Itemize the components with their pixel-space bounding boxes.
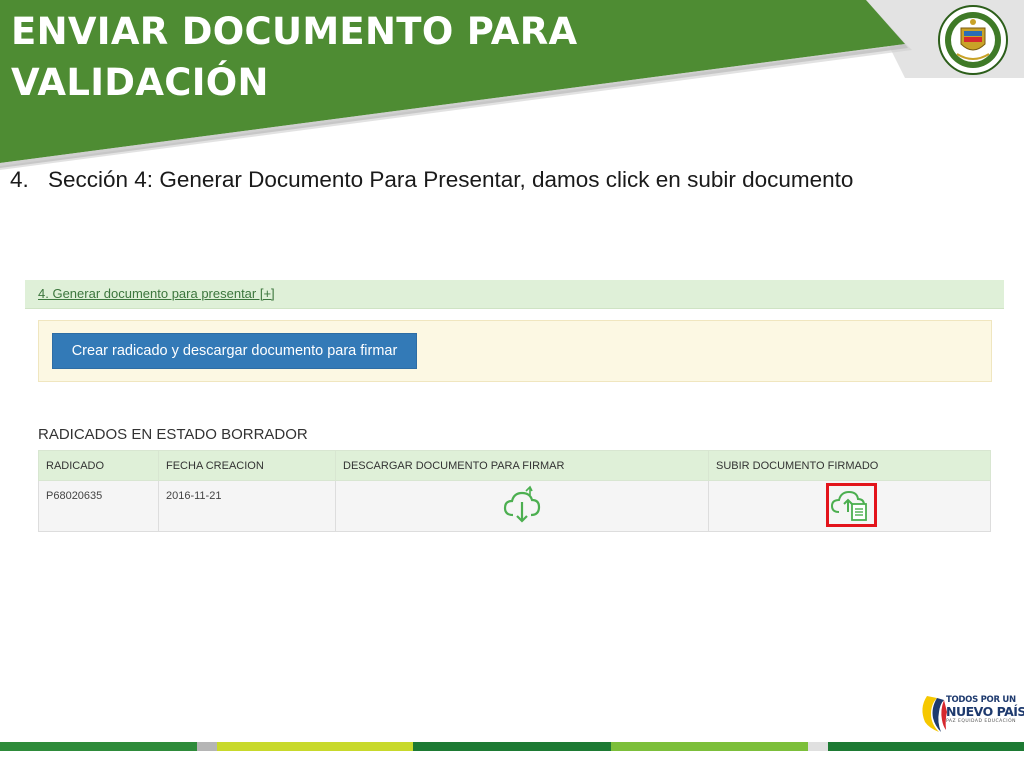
column-header-radicado: RADICADO [38, 450, 159, 481]
column-header-fecha: FECHA CREACION [158, 450, 336, 481]
table-header-row: RADICADO FECHA CREACION DESCARGAR DOCUME… [38, 450, 991, 481]
table-row: P68020635 2016-11-21 [38, 480, 991, 532]
column-header-download: DESCARGAR DOCUMENTO PARA FIRMAR [335, 450, 709, 481]
step-number: 4. [10, 167, 29, 192]
logo-line-2: NUEVO PAÍS [946, 703, 1024, 719]
step-instruction: 4. Sección 4: Generar Documento Para Pres… [10, 167, 853, 193]
action-box: Crear radicado y descargar documento par… [38, 320, 992, 382]
cloud-download-icon[interactable] [502, 485, 542, 525]
cell-upload [708, 480, 991, 532]
cell-download [335, 480, 709, 532]
slide-title-line-1: ENVIAR DOCUMENTO PARA [11, 10, 578, 53]
drafts-section-title: RADICADOS EN ESTADO BORRADOR [38, 426, 308, 443]
drafts-table: RADICADO FECHA CREACION DESCARGAR DOCUME… [38, 450, 991, 532]
slide-title-line-2: VALIDACIÓN [11, 61, 269, 104]
cell-radicado: P68020635 [38, 480, 159, 532]
fecha-value: 2016-11-21 [166, 490, 222, 502]
police-seal-logo [938, 5, 1008, 75]
panel-header: 4. Generar documento para presentar [+] [25, 280, 1004, 309]
bottom-color-bar [0, 742, 1024, 751]
highlight-box [825, 482, 877, 527]
generate-document-panel: 4. Generar documento para presentar [+] … [25, 280, 1004, 570]
step-text: Sección 4: Generar Documento Para Presen… [48, 167, 854, 192]
cell-fecha: 2016-11-21 [158, 480, 336, 532]
radicado-value: P68020635 [46, 490, 103, 502]
slide-title: ENVIAR DOCUMENTO PARA VALIDACIÓN [11, 6, 577, 108]
column-header-upload: SUBIR DOCUMENTO FIRMADO [708, 450, 991, 481]
logo-line-3: PAZ EQUIDAD EDUCACIÓN [946, 719, 1017, 724]
panel-header-link[interactable]: 4. Generar documento para presentar [+] [38, 286, 275, 301]
nuevo-pais-logo-text: TODOS POR UN NUEVO PAÍS PAZ EQUIDAD EDUC… [946, 696, 1024, 725]
create-radicado-button[interactable]: Crear radicado y descargar documento par… [52, 333, 417, 369]
